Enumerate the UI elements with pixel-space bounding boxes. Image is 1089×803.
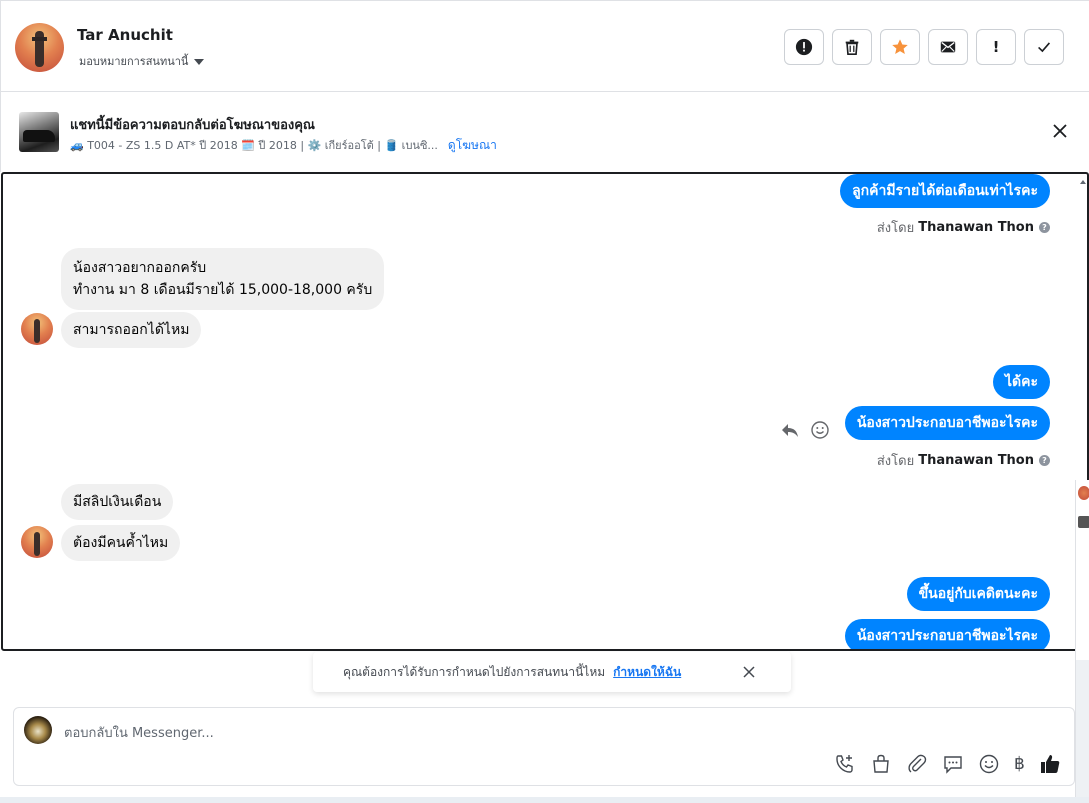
sent-by-name: Thanawan Thon: [918, 453, 1034, 468]
message-incoming[interactable]: สามารถออกได้ไหม: [61, 312, 202, 348]
contact-name[interactable]: Tar Anuchit: [77, 26, 173, 44]
exclamation-icon: !: [992, 38, 1000, 56]
page-avatar: [24, 716, 52, 744]
message-outgoing[interactable]: ได้คะ: [992, 365, 1050, 399]
sent-by-prefix: ส่งโดย: [876, 221, 915, 236]
message-bubble[interactable]: น้องสาวประกอบอาชีพอะไรคะ: [844, 619, 1050, 649]
message-bubble[interactable]: น้องสาวอยากออกครับ ทำงาน มา 8 เดือนมีราย…: [61, 248, 385, 310]
help-icon[interactable]: ?: [1039, 455, 1050, 466]
message-bubble[interactable]: ลูกค้ามีรายได้ต่อเดือนเท่าไรคะ: [840, 174, 1050, 208]
shopping-bag-icon[interactable]: [870, 753, 892, 775]
message-outgoing[interactable]: ลูกค้ามีรายได้ต่อเดือนเท่าไรคะ: [840, 174, 1050, 208]
message-incoming[interactable]: น้องสาวอยากออกครับ ทำงาน มา 8 เดือนมีราย…: [61, 248, 385, 310]
ad-description: 🚙 T004 - ZS 1.5 D AT* ปี 2018 🗓️ ปี 2018…: [70, 139, 438, 152]
scroll-up-arrow-icon[interactable]: [1079, 178, 1087, 186]
trash-icon: [845, 39, 859, 56]
message-bubble[interactable]: ขึ้นอยู่กับเคดิตนะคะ: [906, 577, 1050, 611]
star-button[interactable]: [880, 29, 920, 65]
message-bubble[interactable]: สามารถออกได้ไหม: [61, 312, 202, 348]
mark-unread-button[interactable]: [928, 29, 968, 65]
ad-context-meta: 🚙 T004 - ZS 1.5 D AT* ปี 2018 🗓️ ปี 2018…: [70, 136, 497, 155]
envelope-icon: [940, 41, 956, 53]
alert-circle-icon: [795, 38, 813, 56]
message-outgoing[interactable]: น้องสาวประกอบอาชีพอะไรคะ: [844, 619, 1050, 649]
composer-toolbar: ฿: [834, 753, 1061, 775]
message-incoming[interactable]: ต้องมีคนค้ำไหม: [61, 525, 181, 561]
reminder-text: คุณต้องการได้รับการกำหนดไปยังการสนทนานี้…: [343, 664, 606, 679]
message-outgoing[interactable]: น้องสาวประกอบอาชีพอะไรคะ: [844, 406, 1050, 440]
reply-composer[interactable]: ตอบกลับใน Messenger... ฿: [13, 707, 1075, 786]
assign-label: มอบหมายการสนทนานี้: [79, 55, 189, 68]
check-icon: [1038, 42, 1051, 53]
close-icon[interactable]: [1051, 122, 1069, 140]
view-ad-link[interactable]: ดูโฆษณา: [448, 138, 497, 152]
ad-thumbnail: [1078, 516, 1089, 528]
message-outgoing[interactable]: ขึ้นอยู่กับเคดิตนะคะ: [906, 577, 1050, 611]
sent-by-label: ส่งโดย Thanawan Thon?: [877, 217, 1050, 238]
side-panel-background: [1076, 660, 1089, 803]
ad-context-bar: แชทนี้มีข้อความตอบกลับต่อโฆษณาของคุณ 🚙 T…: [0, 92, 1089, 172]
message-line: น้องสาวอยากออกครับ: [73, 260, 207, 276]
message-actions: [780, 420, 830, 440]
message-bubble[interactable]: ได้คะ: [992, 365, 1050, 399]
delete-button[interactable]: [832, 29, 872, 65]
emoji-reaction-icon[interactable]: [810, 420, 830, 440]
sent-by-prefix: ส่งโดย: [876, 454, 915, 469]
message-bubble[interactable]: ต้องมีคนค้ำไหม: [61, 525, 181, 561]
spam-button[interactable]: [784, 29, 824, 65]
follow-up-button[interactable]: !: [976, 29, 1016, 65]
side-panel-edge: [1075, 480, 1089, 803]
bottom-border: [0, 797, 1089, 803]
assign-conversation-dropdown[interactable]: มอบหมายการสนทนานี้: [79, 52, 205, 70]
call-add-icon[interactable]: [834, 753, 856, 775]
ad-context-title: แชทนี้มีข้อความตอบกลับต่อโฆษณาของคุณ: [70, 118, 315, 133]
ad-thumbnail: [19, 112, 59, 152]
assign-reminder-banner: คุณต้องการได้รับการกำหนดไปยังการสนทนานี้…: [313, 652, 791, 692]
reply-icon[interactable]: [780, 420, 800, 440]
message-thread[interactable]: ลูกค้ามีรายได้ต่อเดือนเท่าไรคะ ส่งโดย Tha…: [1, 172, 1089, 651]
emoji-icon[interactable]: [978, 753, 1000, 775]
saved-reply-icon[interactable]: [942, 753, 964, 775]
conversation-header: Tar Anuchit มอบหมายการสนทนานี้ !: [0, 0, 1089, 92]
star-icon: [892, 39, 908, 55]
close-icon[interactable]: [741, 664, 757, 680]
attachment-icon[interactable]: [906, 753, 928, 775]
conversation-toolbar: !: [784, 29, 1064, 65]
baht-icon[interactable]: ฿: [1014, 754, 1025, 774]
contact-avatar[interactable]: [21, 313, 53, 345]
reply-input[interactable]: ตอบกลับใน Messenger...: [64, 722, 214, 743]
message-line: ทำงาน มา 8 เดือนมีรายได้ 15,000-18,000 ค…: [73, 282, 373, 298]
caret-down-icon: [194, 59, 205, 65]
sent-by-label: ส่งโดย Thanawan Thon?: [877, 450, 1050, 471]
contact-avatar[interactable]: [15, 23, 64, 72]
like-icon[interactable]: [1039, 753, 1061, 775]
mark-done-button[interactable]: [1024, 29, 1064, 65]
message-incoming[interactable]: มีสลิปเงินเดือน: [61, 484, 174, 520]
sent-by-name: Thanawan Thon: [918, 220, 1034, 235]
help-icon[interactable]: ?: [1039, 222, 1050, 233]
message-bubble[interactable]: มีสลิปเงินเดือน: [61, 484, 174, 520]
contact-avatar[interactable]: [21, 526, 53, 558]
assign-to-me-link[interactable]: กำหนดให้ฉัน: [613, 663, 681, 682]
contact-avatar: [1078, 486, 1089, 500]
message-bubble[interactable]: น้องสาวประกอบอาชีพอะไรคะ: [844, 406, 1050, 440]
